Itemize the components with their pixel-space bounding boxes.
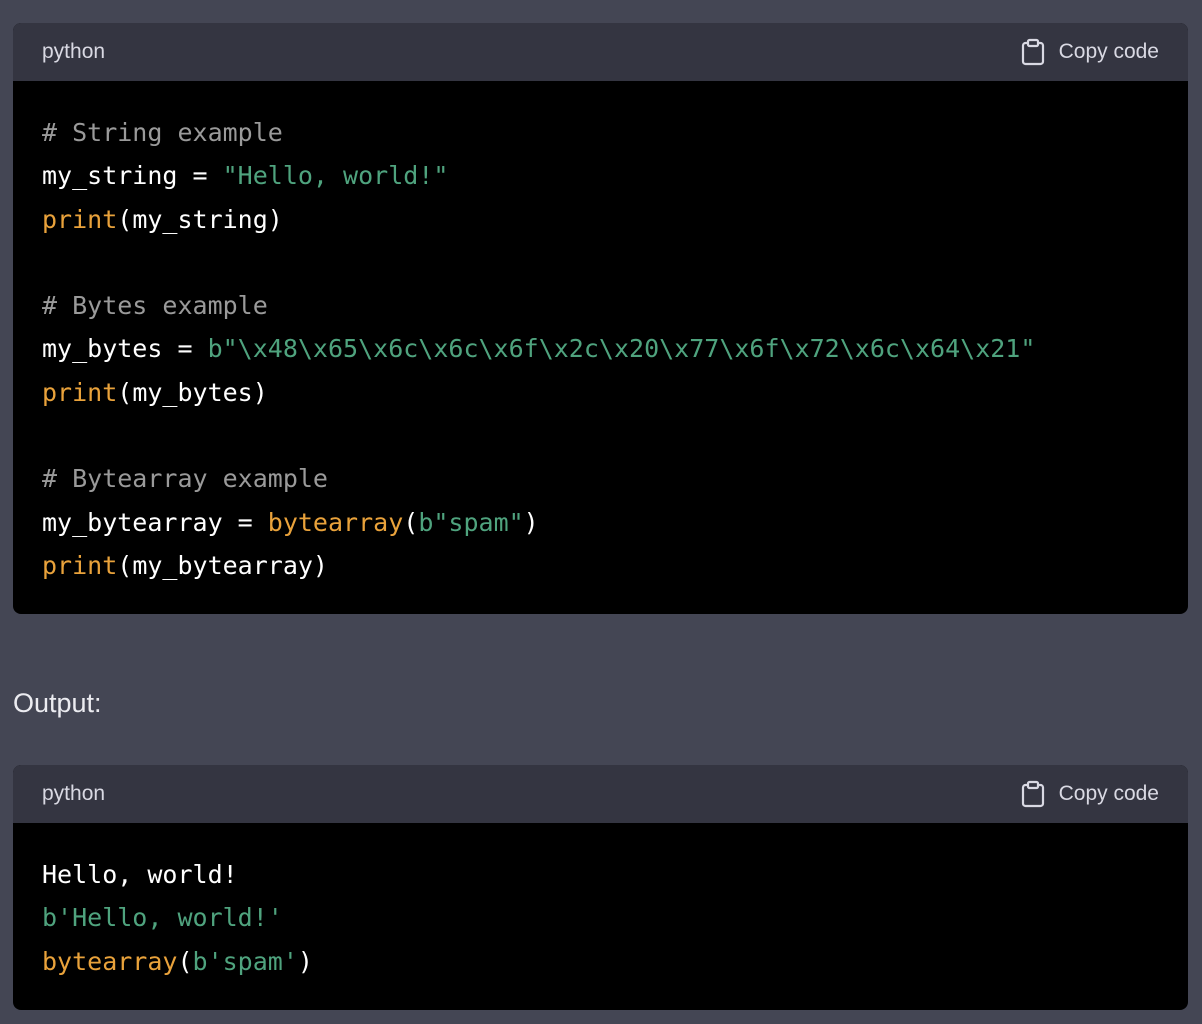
code-line: b'Hello, world!' (42, 896, 1159, 939)
code-token-plain: ( (403, 507, 419, 537)
code-token-string: b"spam" (418, 507, 524, 537)
code-line: my_bytes = b"\x48\x65\x6c\x6c\x6f\x2c\x2… (42, 327, 1159, 370)
code-line: my_bytearray = bytearray(b"spam") (42, 501, 1159, 544)
code-block-header: python Copy code (13, 23, 1188, 81)
copy-code-button[interactable]: Copy code (1021, 780, 1159, 808)
code-line: print(my_bytes) (42, 371, 1159, 414)
code-line: print(my_bytearray) (42, 544, 1159, 587)
clipboard-icon (1021, 780, 1045, 808)
code-token-plain: (my_bytes) (117, 377, 268, 407)
code-token-string: b'Hello, world!' (42, 903, 283, 933)
code-content[interactable]: # String example my_string = "Hello, worl… (13, 81, 1188, 587)
language-label: python (42, 782, 106, 805)
code-line: # String example (42, 111, 1159, 154)
copy-code-label: Copy code (1058, 782, 1159, 805)
copy-code-label: Copy code (1058, 40, 1159, 63)
code-token-comment: # Bytearray example (42, 464, 328, 494)
code-content[interactable]: Hello, world! b'Hello, world!' bytearray(b… (13, 823, 1188, 983)
code-line: Hello, world! (42, 853, 1159, 896)
code-line: print(my_string) (42, 198, 1159, 241)
code-token-plain: (my_string) (117, 204, 283, 234)
code-token-plain: Hello, world! (42, 860, 238, 889)
language-label: python (42, 40, 106, 63)
chat-message-content: python Copy code # String example my_stri… (0, 0, 1202, 1024)
code-token-plain: ( (177, 946, 193, 976)
code-token-string: b"\x48\x65\x6c\x6c\x6f\x2c\x20\x77\x6f\x… (207, 334, 1036, 364)
code-line: my_string = "Hello, world!" (42, 154, 1159, 197)
copy-code-button[interactable]: Copy code (1021, 38, 1159, 66)
code-token-comment: # Bytes example (42, 291, 268, 321)
code-token-comment: # String example (42, 118, 283, 147)
code-token-string: "Hello, world!" (222, 161, 449, 191)
code-block-output: python Copy code Hello, world! b'Hello, w… (13, 765, 1188, 1010)
code-block-header: python Copy code (13, 765, 1188, 823)
code-token-string: b'spam' (192, 946, 298, 976)
code-token-builtin: print (42, 204, 118, 234)
code-line: bytearray(b'spam') (42, 940, 1159, 983)
code-token-plain: my_bytearray = (42, 507, 268, 537)
output-label: Output: (13, 688, 102, 718)
code-token-plain: my_string = (42, 161, 223, 191)
code-token-plain: (my_bytearray) (117, 550, 328, 580)
code-token-builtin: print (42, 377, 118, 407)
code-line: # Bytearray example (42, 457, 1159, 500)
code-token-plain: ) (523, 507, 539, 537)
code-token-builtin: print (42, 550, 118, 580)
code-block-source: python Copy code # String example my_stri… (13, 23, 1188, 614)
code-token-builtin: bytearray (42, 946, 178, 976)
clipboard-icon (1021, 38, 1045, 66)
code-token-builtin: bytearray (267, 507, 404, 537)
code-token-plain: ) (297, 946, 313, 976)
code-token-plain: my_bytes = (42, 334, 208, 364)
code-line: # Bytes example (42, 284, 1159, 327)
